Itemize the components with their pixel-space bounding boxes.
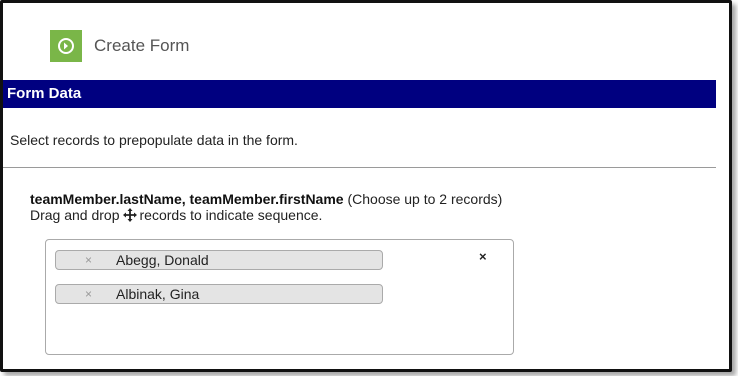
instruction-text: Select records to prepopulate data in th… bbox=[10, 132, 298, 148]
selected-record-chip[interactable]: × Abegg, Donald bbox=[55, 250, 383, 270]
remove-record-icon[interactable]: × bbox=[85, 251, 92, 269]
create-form-button[interactable]: Create Form bbox=[50, 29, 189, 63]
clear-all-icon[interactable]: × bbox=[479, 249, 487, 264]
field-label-hint: (Choose up to 2 records) bbox=[347, 191, 503, 207]
form-window: Create Form Form Data Select records to … bbox=[0, 0, 732, 372]
selected-record-label: Albinak, Gina bbox=[116, 286, 200, 302]
arrow-circle-icon bbox=[58, 38, 74, 54]
field-label: teamMember.lastName, teamMember.firstNam… bbox=[30, 191, 700, 223]
selected-record-chip[interactable]: × Albinak, Gina bbox=[55, 284, 383, 304]
selected-record-label: Abegg, Donald bbox=[116, 252, 209, 268]
divider bbox=[3, 167, 716, 168]
field-label-name: teamMember.lastName, teamMember.firstNam… bbox=[30, 191, 344, 207]
section-header: Form Data bbox=[3, 80, 716, 108]
move-icon bbox=[122, 208, 137, 222]
toolbar: Create Form bbox=[3, 3, 716, 75]
record-multiselect[interactable]: × Abegg, Donald × Albinak, Gina × bbox=[45, 239, 514, 355]
drag-instruction-end: records to indicate sequence. bbox=[139, 207, 323, 223]
remove-record-icon[interactable]: × bbox=[85, 285, 92, 303]
create-form-icon-box bbox=[50, 30, 82, 62]
drag-instruction-start: Drag and drop bbox=[30, 207, 120, 223]
create-form-label: Create Form bbox=[94, 36, 190, 55]
